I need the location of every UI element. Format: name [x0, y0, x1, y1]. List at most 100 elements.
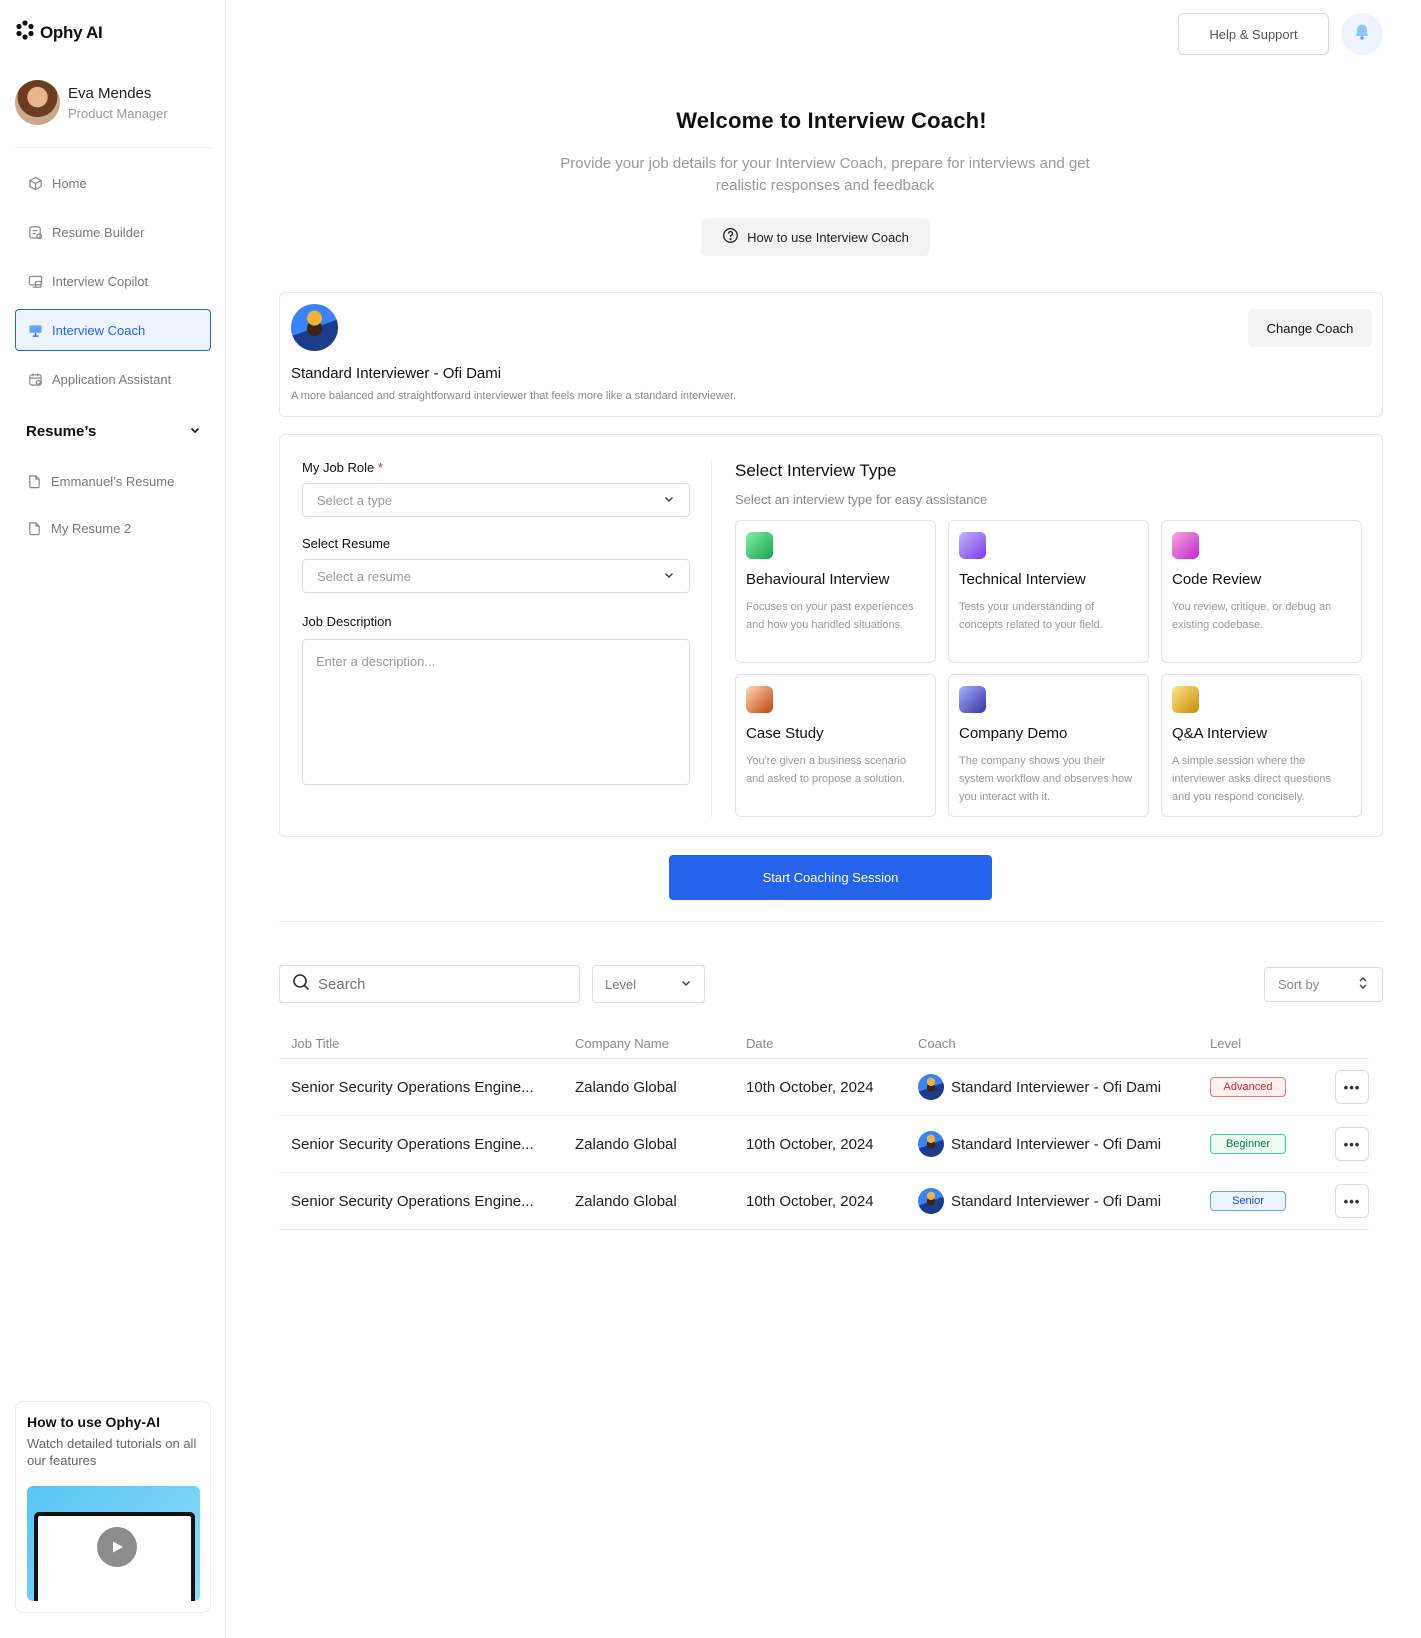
resume-item-label: Emmanuel’s Resume	[51, 473, 175, 489]
job-title-cell: Senior Security Operations Engine...	[291, 1135, 534, 1153]
tutorial-title: How to use Ophy-AI	[27, 1414, 160, 1430]
resumes-section-toggle[interactable]: Resume’s	[26, 423, 201, 440]
sidebar-item-label: Home	[52, 175, 87, 191]
sidebar-divider	[15, 147, 211, 148]
column-header: Job Title	[291, 1035, 340, 1051]
interview-type-name: Code Review	[1172, 571, 1262, 588]
job-role-label: My Job Role *	[302, 460, 383, 475]
coach-cell: Standard Interviewer - Ofi Dami	[906, 1074, 1198, 1100]
sidebar-item-label: Resume Builder	[52, 224, 145, 240]
more-options-icon[interactable]: •••	[1335, 1184, 1369, 1218]
date-cell: 10th October, 2024	[746, 1192, 874, 1210]
more-options-icon[interactable]: •••	[1335, 1070, 1369, 1104]
column-header: Company Name	[575, 1035, 669, 1051]
page-subtitle: Provide your job details for your Interv…	[560, 155, 1090, 194]
resume-item[interactable]: My Resume 2	[15, 509, 211, 547]
coach-card: Standard Interviewer - Ofi Dami A more b…	[279, 292, 1383, 417]
how-to-use-label: How to use Interview Coach	[747, 229, 909, 245]
chevron-down-icon	[663, 493, 675, 508]
column-header: Level	[1210, 1035, 1242, 1051]
level-badge: Senior	[1210, 1191, 1286, 1211]
document-icon	[26, 520, 43, 537]
question-circle-icon	[722, 227, 739, 247]
level-filter-select[interactable]: Level	[592, 965, 705, 1003]
tutorial-description: Watch detailed tutorials on all our feat…	[27, 1436, 197, 1468]
table-row[interactable]: Senior Security Operations Engine... Zal…	[279, 1173, 1369, 1230]
user-name: Eva Mendes	[68, 84, 152, 102]
section-divider	[279, 921, 1383, 922]
coach-cell-name: Standard Interviewer - Ofi Dami	[951, 1135, 1162, 1153]
laptop-screen	[34, 1512, 195, 1601]
form-divider	[711, 459, 712, 817]
coach-avatar	[918, 1131, 944, 1157]
sort-by-select[interactable]: Sort by	[1264, 967, 1383, 1002]
how-to-use-button[interactable]: How to use Interview Coach	[701, 218, 930, 256]
table-row[interactable]: Senior Security Operations Engine... Zal…	[279, 1059, 1369, 1116]
job-title-cell: Senior Security Operations Engine...	[291, 1192, 534, 1210]
table-header: Job Title Company Name Date Coach Level	[279, 1028, 1369, 1059]
page-title: Welcome to Interview Coach!	[676, 108, 987, 133]
resume-item-label: My Resume 2	[51, 520, 132, 536]
help-support-button[interactable]: Help & Support	[1178, 13, 1329, 55]
start-coaching-button[interactable]: Start Coaching Session	[669, 855, 992, 900]
interview-type-title: Select Interview Type	[735, 461, 897, 480]
user-role: Product Manager	[68, 105, 168, 121]
interview-type-name: Q&A Interview	[1172, 725, 1268, 742]
interview-type-company-demo[interactable]: Company Demo The company shows you their…	[948, 674, 1149, 817]
interview-type-code-review[interactable]: Code Review You review, critique, or deb…	[1161, 520, 1362, 663]
interview-type-name: Case Study	[746, 725, 824, 742]
sidebar-item-resume-builder[interactable]: Resume Builder	[15, 211, 211, 253]
interview-type-qa[interactable]: Q&A Interview A simple session where the…	[1161, 674, 1362, 817]
sidebar-nav: Home Resume Builder Interview Copilot In…	[15, 162, 211, 407]
change-coach-button[interactable]: Change Coach	[1248, 309, 1372, 347]
actions-cell: •••	[1305, 1070, 1369, 1104]
job-role-select[interactable]: Select a type	[302, 483, 690, 517]
interview-coach-icon	[27, 322, 44, 339]
search-input[interactable]: Search	[279, 965, 580, 1003]
bell-icon	[1352, 22, 1372, 47]
session-setup-card: My Job Role * Select a type Select Resum…	[279, 434, 1383, 837]
avatar	[15, 80, 60, 125]
more-options-icon[interactable]: •••	[1335, 1127, 1369, 1161]
tutorial-video-thumbnail[interactable]	[27, 1486, 200, 1601]
brand-logo[interactable]: Ophy AI	[15, 20, 103, 45]
resume-select[interactable]: Select a resume	[302, 559, 690, 593]
book-icon	[746, 686, 773, 713]
level-cell: Advanced	[1198, 1077, 1305, 1097]
resume-builder-icon	[27, 224, 44, 241]
interview-type-behavioural[interactable]: Behavioural Interview Focuses on your pa…	[735, 520, 936, 663]
interview-copilot-icon	[27, 273, 44, 290]
tutorial-card[interactable]: How to use Ophy-AI Watch detailed tutori…	[15, 1401, 211, 1613]
notifications-button[interactable]	[1341, 13, 1383, 55]
table-row[interactable]: Senior Security Operations Engine... Zal…	[279, 1116, 1369, 1173]
play-icon[interactable]	[97, 1527, 137, 1567]
sidebar-item-interview-coach[interactable]: Interview Coach	[15, 309, 211, 351]
interview-type-description: You review, critique, or debug an existi…	[1172, 601, 1332, 631]
sidebar-item-home[interactable]: Home	[15, 162, 211, 204]
required-marker: *	[377, 460, 383, 475]
sort-arrows-icon	[1357, 976, 1369, 993]
sidebar-item-label: Application Assistant	[52, 371, 172, 387]
interview-type-technical[interactable]: Technical Interview Tests your understan…	[948, 520, 1149, 663]
interview-type-subtitle: Select an interview type for easy assist…	[735, 492, 988, 507]
interview-type-name: Company Demo	[959, 725, 1068, 742]
chevron-down-icon	[680, 977, 692, 992]
resumes-heading: Resume’s	[26, 423, 97, 440]
user-profile[interactable]: Eva Mendes Product Manager	[15, 80, 168, 125]
job-description-input[interactable]: Enter a description...	[302, 639, 690, 785]
coach-avatar	[918, 1188, 944, 1214]
sidebar-item-interview-copilot[interactable]: Interview Copilot	[15, 260, 211, 302]
chevron-down-icon	[189, 423, 201, 440]
sidebar-item-label: Interview Copilot	[52, 273, 149, 289]
level-badge: Beginner	[1210, 1134, 1286, 1154]
interview-type-case-study[interactable]: Case Study You're given a business scena…	[735, 674, 936, 817]
coach-cell: Standard Interviewer - Ofi Dami	[906, 1188, 1198, 1214]
gear-search-icon	[959, 532, 986, 559]
sidebar-item-application-assistant[interactable]: Application Assistant	[15, 358, 211, 400]
coach-cell-name: Standard Interviewer - Ofi Dami	[951, 1078, 1162, 1096]
coach-cell-name: Standard Interviewer - Ofi Dami	[951, 1192, 1162, 1210]
actions-cell: •••	[1305, 1127, 1369, 1161]
resume-item[interactable]: Emmanuel’s Resume	[15, 462, 211, 500]
interview-type-name: Behavioural Interview	[746, 571, 890, 588]
chevron-down-icon	[663, 569, 675, 584]
